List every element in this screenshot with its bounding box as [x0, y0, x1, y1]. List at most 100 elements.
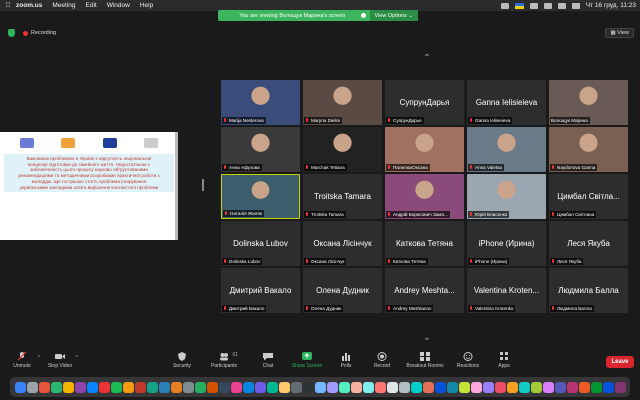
dock-app-icon[interactable]	[614, 381, 626, 393]
menu-edit[interactable]: Edit	[86, 2, 97, 9]
dock-app-icon[interactable]	[518, 381, 530, 393]
view-button[interactable]: ▦ View	[605, 28, 634, 38]
breakout-rooms-button[interactable]: Breakout Rooms	[403, 352, 447, 369]
dock-app-icon[interactable]	[182, 381, 194, 393]
apps-button[interactable]: Apps	[482, 352, 526, 369]
menu-window[interactable]: Window	[107, 2, 130, 9]
dock-app-icon[interactable]	[290, 381, 302, 393]
participant-tile[interactable]: Marchak Tetiana	[303, 127, 382, 172]
participant-tile[interactable]: Maryna Dielini	[303, 80, 382, 125]
chat-button[interactable]: Chat	[246, 352, 290, 369]
participant-tile[interactable]: iPhone (Ирина) iPhone (Ирина)	[467, 221, 546, 266]
dock-app-icon[interactable]	[26, 381, 38, 393]
shared-screen[interactable]: Важливою проблемою в Україні є відсутніс…	[0, 132, 178, 240]
participant-tile[interactable]: Valentina Kroten... Valentina Krotenko	[467, 268, 546, 313]
shared-screen-scrollbar[interactable]	[175, 132, 178, 240]
dock-app-icon[interactable]	[590, 381, 602, 393]
dock-app-icon[interactable]	[602, 381, 614, 393]
participant-tile[interactable]: Волощук Марина	[549, 80, 628, 125]
participant-tile[interactable]: Naydonova Ganna	[549, 127, 628, 172]
chevron-down-icon[interactable]: ⌄	[420, 333, 434, 343]
leave-button[interactable]: Leave	[606, 356, 634, 368]
dock-app-icon[interactable]	[446, 381, 458, 393]
dock-app-icon[interactable]	[554, 381, 566, 393]
participant-tile[interactable]: Наталія Жиляк	[221, 174, 300, 219]
dock-app-icon[interactable]	[566, 381, 578, 393]
dock-app-icon[interactable]	[230, 381, 242, 393]
dock-app-icon[interactable]	[218, 381, 230, 393]
dock-app-icon[interactable]	[98, 381, 110, 393]
recording-indicator[interactable]: Recording	[23, 30, 56, 36]
participant-tile[interactable]: Andrey Meshta... Andrey Meshtanov	[385, 268, 464, 313]
dock-app-icon[interactable]	[254, 381, 266, 393]
dock-app-icon[interactable]	[494, 381, 506, 393]
dock-app-icon[interactable]	[266, 381, 278, 393]
dock-app-icon[interactable]	[470, 381, 482, 393]
dock-app-icon[interactable]	[146, 381, 158, 393]
dock-app-icon[interactable]	[542, 381, 554, 393]
security-button[interactable]: Security	[160, 352, 204, 369]
participant-tile[interactable]: Каткова Тетяна Каткова Тетяна	[385, 221, 464, 266]
dock-app-icon[interactable]	[362, 381, 374, 393]
shield-icon[interactable]	[8, 29, 15, 37]
dock-app-icon[interactable]	[530, 381, 542, 393]
participant-tile[interactable]: Marija Nesterova	[221, 80, 300, 125]
dock-app-icon[interactable]	[506, 381, 518, 393]
dock-app-icon[interactable]	[278, 381, 290, 393]
dock-app-icon[interactable]	[338, 381, 350, 393]
dock-app-icon[interactable]	[422, 381, 434, 393]
participant-tile[interactable]: Troitska Tamara Troitska Tamara	[303, 174, 382, 219]
battery-icon[interactable]	[529, 2, 538, 9]
dock-app-icon[interactable]	[434, 381, 446, 393]
dock-app-icon[interactable]	[578, 381, 590, 393]
dock-app-icon[interactable]	[242, 381, 254, 393]
menu-meeting[interactable]: Meeting	[52, 2, 75, 9]
participant-tile[interactable]: Дмитрий Вакало Дмитрий Вакало	[221, 268, 300, 313]
dock-app-icon[interactable]	[62, 381, 74, 393]
record-button[interactable]: Record	[360, 352, 404, 369]
participant-tile[interactable]: Anna Valetsa	[467, 127, 546, 172]
participant-tile[interactable]: Dolinska Lubov Dolinska Lubov	[221, 221, 300, 266]
participant-tile[interactable]: Олена Дудник Олена Дудник	[303, 268, 382, 313]
dock-app-icon[interactable]	[386, 381, 398, 393]
dock-app-icon[interactable]	[350, 381, 362, 393]
chevron-up-icon[interactable]: ^	[76, 355, 78, 361]
apple-icon[interactable]: 	[0, 2, 16, 9]
participants-button[interactable]: Participants 61	[202, 352, 246, 369]
control-center-icon[interactable]	[571, 2, 580, 9]
participant-tile[interactable]: СупрунДарья СупрунДарья	[385, 80, 464, 125]
dock-app-icon[interactable]	[374, 381, 386, 393]
dock-app-icon[interactable]	[194, 381, 206, 393]
dock-app-icon[interactable]	[122, 381, 134, 393]
dock-app-icon[interactable]	[38, 381, 50, 393]
participant-tile[interactable]: Анна Афузова	[221, 127, 300, 172]
dock-app-icon[interactable]	[134, 381, 146, 393]
participant-tile[interactable]: Юрій Власенко	[467, 174, 546, 219]
dock-app-icon[interactable]	[398, 381, 410, 393]
menubar-clock[interactable]: Чт 16 груд. 11:23	[586, 2, 636, 9]
participant-tile[interactable]: ПалилюкОксана	[385, 127, 464, 172]
stop-video-button[interactable]: Stop Video ^	[38, 352, 82, 369]
dock-app-icon[interactable]	[158, 381, 170, 393]
dock-app-icon[interactable]	[482, 381, 494, 393]
search-icon[interactable]	[557, 2, 566, 9]
participant-tile[interactable]: Леся Якуба Леся Якуба	[549, 221, 628, 266]
participant-tile[interactable]: Ganna Ielisieieva Ganna Ielisieieva	[467, 80, 546, 125]
zoom-tray-icon[interactable]	[500, 2, 509, 9]
participant-tile[interactable]: Оксана Лісінчук Оксана Лісінчук	[303, 221, 382, 266]
dock-app-icon[interactable]	[14, 381, 26, 393]
dock-app-icon[interactable]	[206, 381, 218, 393]
dock-app-icon[interactable]	[170, 381, 182, 393]
participant-tile[interactable]: Цимбал Світла... Цимбал Світлана	[549, 174, 628, 219]
keyboard-layout-icon[interactable]	[514, 2, 524, 9]
chevron-up-icon[interactable]: ⌃	[420, 54, 434, 64]
dock-app-icon[interactable]	[86, 381, 98, 393]
dock-app-icon[interactable]	[50, 381, 62, 393]
wifi-icon[interactable]	[543, 2, 552, 9]
dock-app-icon[interactable]	[326, 381, 338, 393]
dock-app-icon[interactable]	[302, 381, 314, 393]
dock-app-icon[interactable]	[74, 381, 86, 393]
menu-app-name[interactable]: zoom.us	[16, 2, 42, 9]
share-screen-button[interactable]: Share Screen	[285, 352, 329, 369]
split-resize-handle[interactable]	[202, 179, 204, 191]
